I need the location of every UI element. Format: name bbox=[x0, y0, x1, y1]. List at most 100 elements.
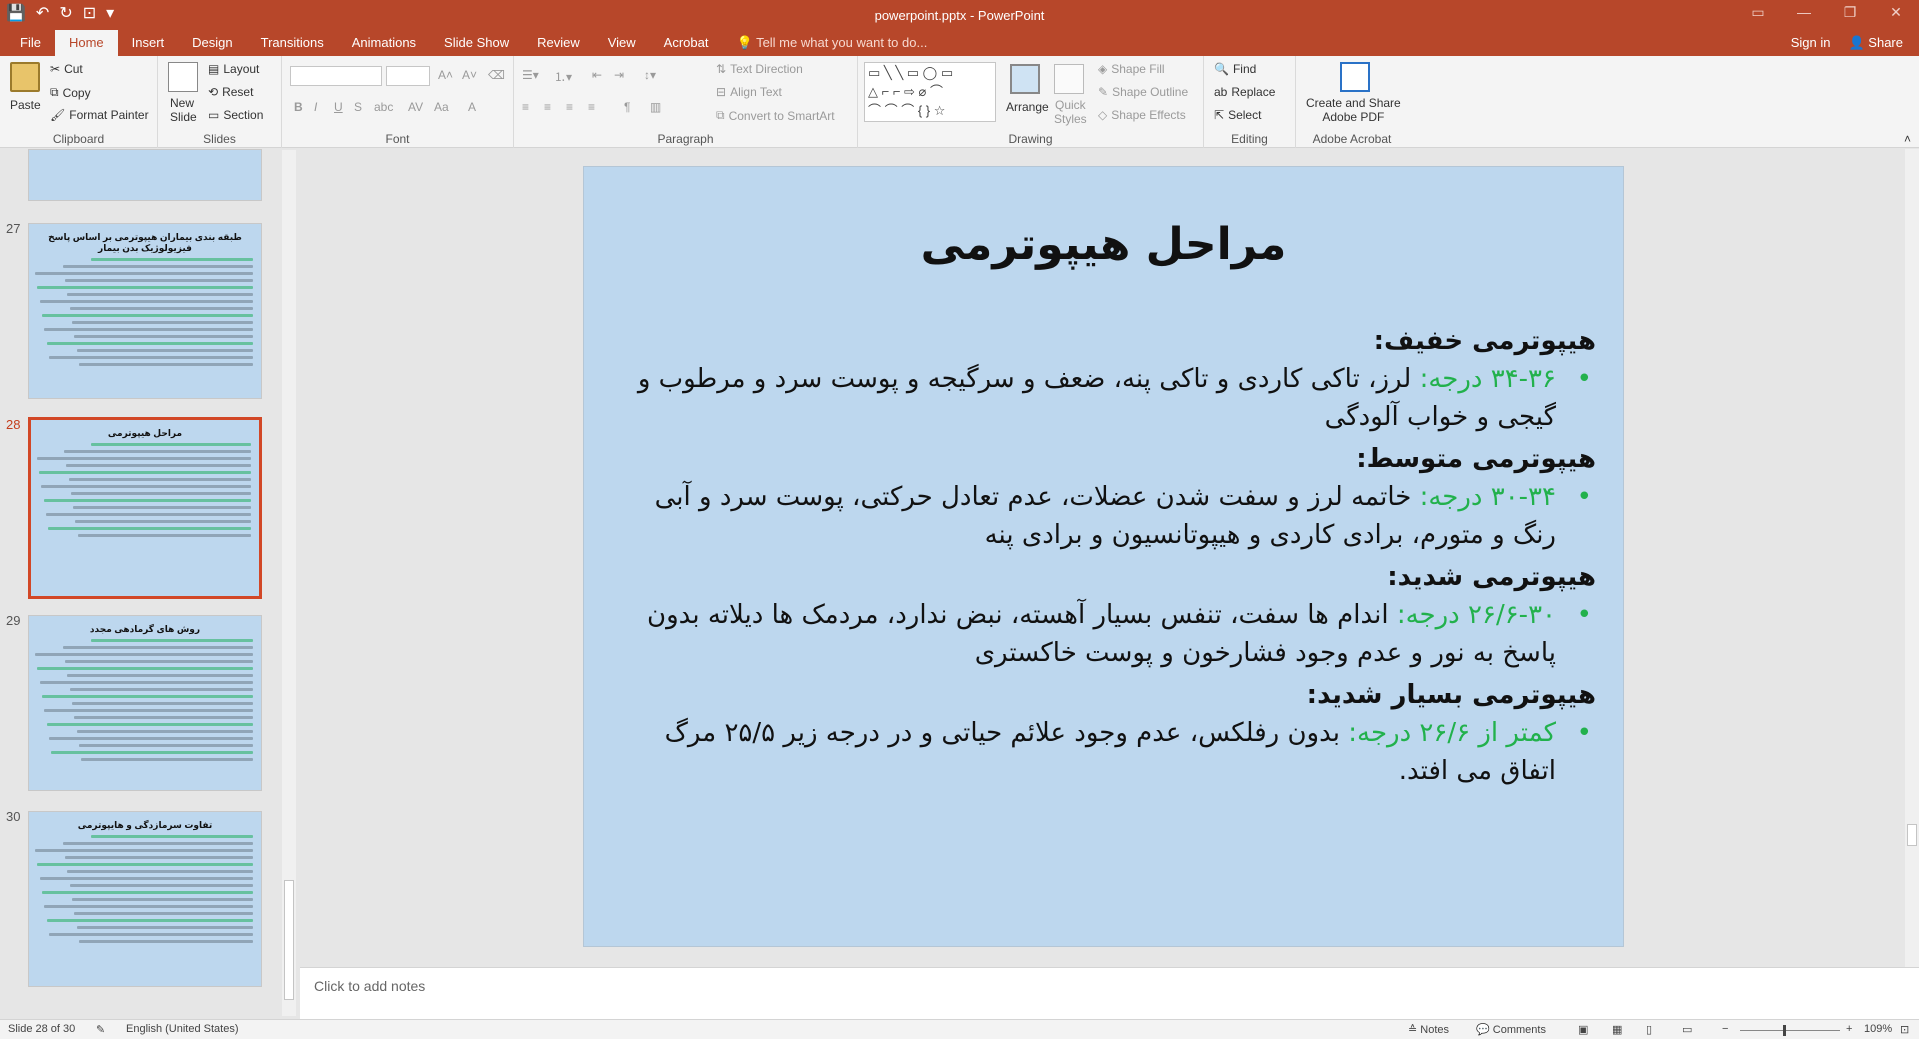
thumbnail-slide-30[interactable]: تفاوت سرمازدگی و هایپوترمی bbox=[28, 811, 262, 987]
zoom-slider-knob[interactable] bbox=[1783, 1025, 1786, 1036]
arrange-button[interactable]: Arrange bbox=[1006, 100, 1049, 114]
section-button[interactable]: ▭ Section bbox=[208, 108, 263, 122]
reading-view-icon[interactable]: ▯ bbox=[1646, 1023, 1652, 1036]
center-button[interactable]: ≡ bbox=[544, 100, 551, 114]
underline-button[interactable]: U bbox=[334, 100, 343, 114]
cut-button[interactable]: ✂ Cut bbox=[50, 62, 83, 76]
shadow-button[interactable]: abc bbox=[374, 100, 393, 114]
align-right-button[interactable]: ≡ bbox=[566, 100, 573, 114]
font-name-combo[interactable] bbox=[290, 66, 382, 86]
comments-toggle[interactable]: 💬 Comments bbox=[1476, 1023, 1546, 1036]
font-size-combo[interactable] bbox=[386, 66, 430, 86]
notes-toggle[interactable]: ≙ Notes bbox=[1408, 1023, 1449, 1036]
close-icon[interactable]: ✕ bbox=[1873, 0, 1919, 26]
tab-view[interactable]: View bbox=[594, 30, 650, 56]
copy-button[interactable]: ⧉ Copy bbox=[50, 85, 91, 100]
char-spacing-button[interactable]: AV bbox=[408, 100, 423, 114]
reset-button[interactable]: ⟲ Reset bbox=[208, 85, 253, 99]
grow-font-button[interactable]: A˄ bbox=[438, 68, 453, 82]
group-acrobat: Create and Share Adobe PDF Adobe Acrobat bbox=[1296, 56, 1408, 148]
minimize-icon[interactable]: — bbox=[1781, 0, 1827, 26]
quick-styles-button[interactable]: Quick Styles bbox=[1054, 98, 1087, 126]
shape-effects-button[interactable]: ◇ Shape Effects bbox=[1098, 108, 1186, 122]
shrink-font-button[interactable]: A˅ bbox=[462, 68, 477, 82]
slide-sorter-icon[interactable]: ▦ bbox=[1612, 1023, 1622, 1036]
line-spacing-button[interactable]: ↕▾ bbox=[644, 68, 656, 82]
notes-pane[interactable]: Click to add notes bbox=[300, 967, 1919, 1019]
replace-button[interactable]: ab Replace bbox=[1214, 85, 1275, 99]
thumbnail-text-line bbox=[76, 349, 253, 352]
thumbnail-scrollbar[interactable] bbox=[282, 150, 296, 1016]
columns-button[interactable]: ▥ bbox=[650, 100, 661, 114]
slide-body[interactable]: هیپوترمی خفیف: • ۳۴-۳۶ درجه: لرز، تاکی ک… bbox=[636, 322, 1596, 794]
tell-me-input[interactable]: 💡 Tell me what you want to do... bbox=[736, 30, 927, 56]
tab-file[interactable]: File bbox=[6, 30, 55, 56]
spell-check-icon[interactable]: ✎ bbox=[96, 1023, 105, 1036]
rtl-button[interactable]: ¶ bbox=[624, 100, 630, 114]
numbering-button[interactable]: ⒈▾ bbox=[554, 68, 572, 85]
create-pdf-button[interactable]: Create and Share Adobe PDF bbox=[1306, 96, 1401, 124]
tab-slide-show[interactable]: Slide Show bbox=[430, 30, 523, 56]
collapse-ribbon-icon[interactable]: ˄ bbox=[1904, 132, 1911, 146]
change-case-button[interactable]: Aa bbox=[434, 100, 449, 114]
tab-home[interactable]: Home bbox=[54, 30, 118, 56]
align-text-button[interactable]: ⊟ Align Text bbox=[716, 85, 782, 99]
ribbon-display-icon[interactable]: ▭ bbox=[1735, 0, 1781, 26]
decrease-indent-button[interactable]: ⇤ bbox=[592, 68, 602, 82]
share-button[interactable]: 👤 Share bbox=[1848, 30, 1903, 56]
slide-title[interactable]: مراحل هیپوترمی bbox=[584, 219, 1623, 270]
bold-button[interactable]: B bbox=[294, 100, 303, 114]
thumbnail-slide-27[interactable]: طبقه بندی بیماران هیپوترمی بر اساس پاسخ … bbox=[28, 223, 262, 399]
font-color-button[interactable]: A bbox=[468, 100, 476, 114]
language-indicator[interactable]: English (United States) bbox=[126, 1023, 239, 1035]
format-painter-button[interactable]: 🖌 Format Painter bbox=[50, 108, 149, 122]
tab-acrobat[interactable]: Acrobat bbox=[650, 30, 723, 56]
paste-button[interactable]: Paste bbox=[10, 98, 41, 112]
thumbnail-previous[interactable] bbox=[28, 149, 262, 201]
slide-scrollbar[interactable] bbox=[1905, 149, 1919, 967]
text-direction-button[interactable]: ⇅ Text Direction bbox=[716, 62, 803, 76]
fit-slide-icon[interactable]: ⊡ bbox=[1900, 1023, 1909, 1036]
tab-insert[interactable]: Insert bbox=[118, 30, 179, 56]
italic-button[interactable]: I bbox=[314, 100, 317, 114]
tab-design[interactable]: Design bbox=[178, 30, 246, 56]
shape-outline-button[interactable]: ✎ Shape Outline bbox=[1098, 85, 1188, 99]
notes-toggle-label: Notes bbox=[1420, 1024, 1450, 1036]
clear-format-button[interactable]: ⌫ bbox=[488, 68, 505, 82]
sign-in-link[interactable]: Sign in bbox=[1791, 30, 1831, 56]
zoom-level[interactable]: 109% bbox=[1864, 1023, 1892, 1035]
reset-icon: ⟲ bbox=[208, 85, 219, 99]
shape-effects-label: Shape Effects bbox=[1111, 108, 1186, 122]
convert-smartart-button[interactable]: ⧉ Convert to SmartArt bbox=[716, 108, 835, 123]
zoom-out-button[interactable]: − bbox=[1722, 1023, 1728, 1035]
thumbnail-text-line bbox=[68, 478, 251, 481]
thumbnail-slide-28[interactable]: مراحل هیپوترمی bbox=[28, 417, 262, 599]
tab-transitions[interactable]: Transitions bbox=[247, 30, 338, 56]
select-button[interactable]: ⇱ Select bbox=[1214, 108, 1261, 122]
shapes-gallery[interactable]: ▭ ╲ ╲ ▭ ◯ ▭ △ ⌐ ⌐ ⇨ ⌀ ⌒ ⌒ ⌒ ⌒ { } ☆ bbox=[864, 62, 996, 122]
strikethrough-button[interactable]: S bbox=[354, 100, 362, 114]
select-label: Select bbox=[1228, 108, 1262, 122]
new-slide-button[interactable]: New Slide bbox=[170, 96, 197, 124]
increase-indent-button[interactable]: ⇥ bbox=[614, 68, 624, 82]
tab-review[interactable]: Review bbox=[523, 30, 594, 56]
slideshow-view-icon[interactable]: ▭ bbox=[1682, 1023, 1692, 1036]
thumbnail-scroll-thumb[interactable] bbox=[284, 880, 294, 1000]
zoom-in-button[interactable]: + bbox=[1846, 1023, 1852, 1035]
zoom-slider[interactable] bbox=[1740, 1030, 1840, 1031]
current-slide[interactable]: مراحل هیپوترمی هیپوترمی خفیف: • ۳۴-۳۶ در… bbox=[583, 166, 1624, 947]
normal-view-icon[interactable]: ▣ bbox=[1578, 1023, 1588, 1036]
thumbnail-title: تفاوت سرمازدگی و هایپوترمی bbox=[77, 820, 213, 830]
slide-thumbnail-pane: 27 طبقه بندی بیماران هیپوترمی بر اساس پا… bbox=[0, 149, 280, 1019]
shape-fill-button[interactable]: ◈ Shape Fill bbox=[1098, 62, 1165, 76]
slide-scroll-thumb[interactable] bbox=[1907, 824, 1917, 846]
bullets-button[interactable]: ☰▾ bbox=[522, 68, 539, 82]
find-button[interactable]: 🔍 Find bbox=[1214, 62, 1256, 76]
restore-icon[interactable]: ❐ bbox=[1827, 0, 1873, 26]
replace-label: Replace bbox=[1231, 85, 1276, 99]
layout-button[interactable]: ▤ Layout bbox=[208, 62, 259, 76]
justify-button[interactable]: ≡ bbox=[588, 100, 595, 114]
align-left-button[interactable]: ≡ bbox=[522, 100, 529, 114]
thumbnail-slide-29[interactable]: روش های گرمادهی مجدد bbox=[28, 615, 262, 791]
tab-animations[interactable]: Animations bbox=[338, 30, 430, 56]
